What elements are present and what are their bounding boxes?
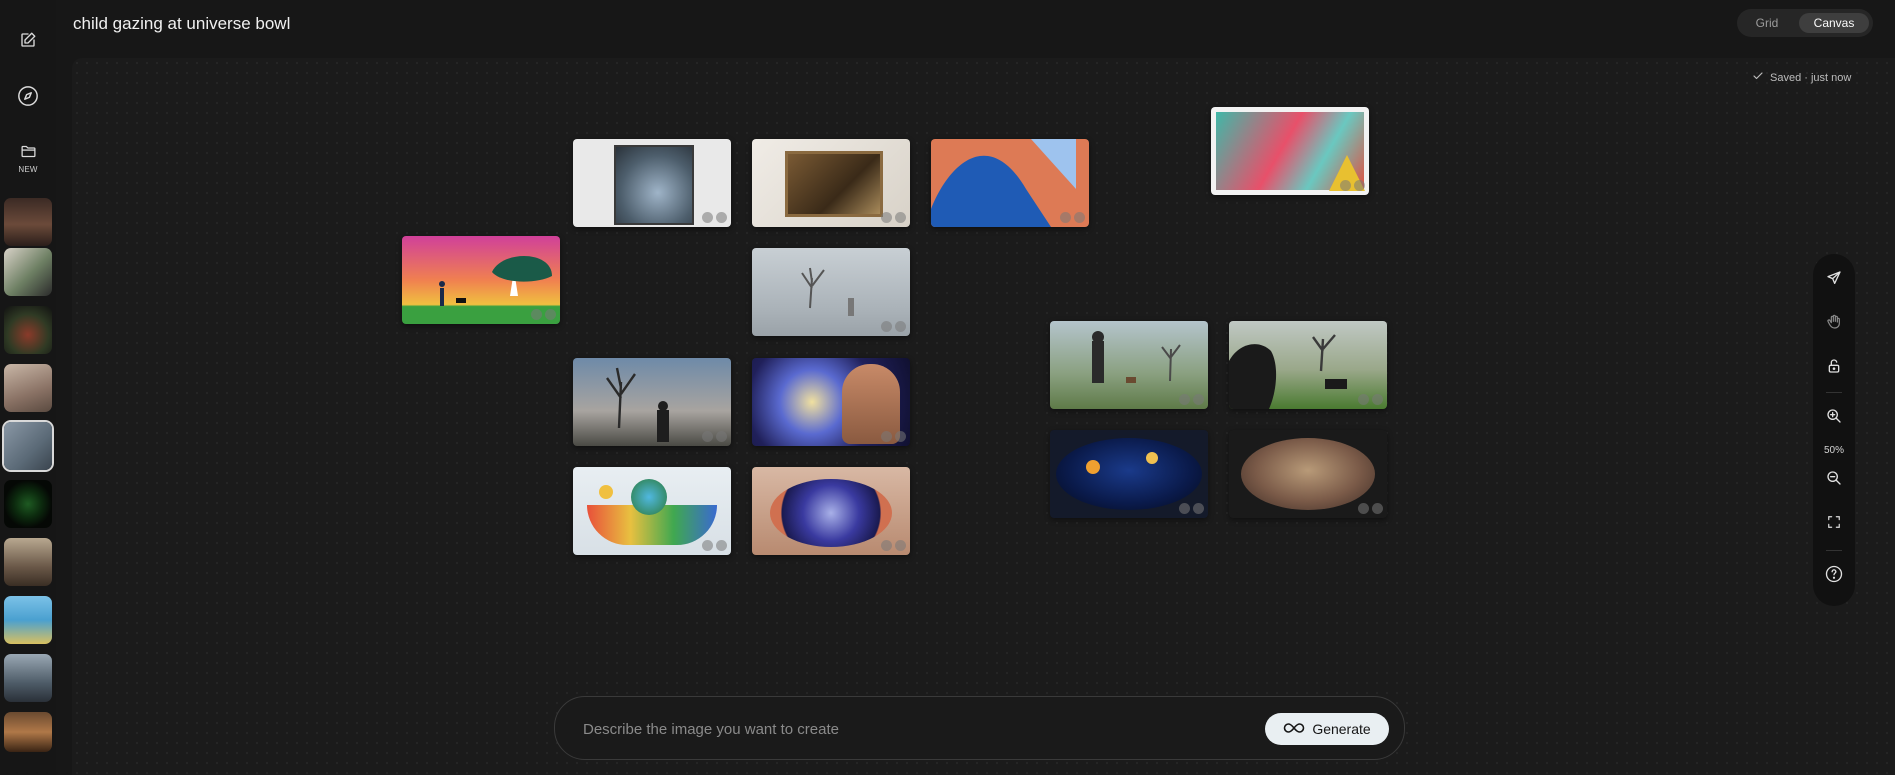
history-thumbnail[interactable] (4, 480, 52, 528)
canvas-image-card[interactable] (752, 139, 910, 227)
canvas-image-card[interactable] (752, 248, 910, 336)
canvas-image-card[interactable] (1229, 321, 1387, 409)
page-title: child gazing at universe bowl (73, 14, 291, 33)
canvas-image-card[interactable] (573, 467, 731, 555)
grid-view-tab[interactable]: Grid (1741, 13, 1793, 33)
pan-tool-button[interactable] (1822, 312, 1846, 336)
canvas-image-card[interactable] (931, 139, 1089, 227)
fullscreen-icon (1827, 515, 1841, 534)
lock-icon (1826, 358, 1842, 379)
save-status: Saved · just now (1752, 70, 1851, 85)
lock-button[interactable] (1822, 356, 1846, 380)
infinity-icon (1283, 721, 1305, 737)
prompt-bar: Generate (554, 696, 1405, 760)
new-image-button[interactable] (14, 28, 42, 56)
canvas-image-card[interactable] (402, 236, 560, 324)
explore-button[interactable] (14, 84, 42, 112)
folder-button[interactable] (14, 140, 42, 168)
generate-label: Generate (1312, 721, 1371, 737)
history-thumbnail[interactable] (4, 596, 52, 644)
check-icon (1752, 70, 1764, 85)
hand-icon (1826, 314, 1842, 335)
history-thumbnail[interactable] (4, 654, 52, 702)
select-tool-button[interactable] (1822, 268, 1846, 292)
prompt-input[interactable] (581, 715, 1285, 743)
history-thumbnail[interactable] (4, 248, 52, 296)
canvas-image-card[interactable] (573, 139, 731, 227)
generate-button[interactable]: Generate (1265, 713, 1389, 745)
zoom-out-button[interactable] (1822, 468, 1846, 492)
history-thumbnail-selected[interactable] (4, 422, 52, 470)
canvas-image-card[interactable] (1229, 430, 1387, 518)
zoom-in-button[interactable] (1822, 406, 1846, 430)
sidebar: NEW (0, 0, 56, 775)
view-toggle: Grid Canvas (1737, 9, 1873, 37)
send-arrow-icon (1826, 270, 1842, 291)
canvas-image-card[interactable] (752, 467, 910, 555)
canvas-toolbar: 50% (1813, 254, 1855, 606)
folder-icon (20, 143, 37, 165)
canvas-image-card[interactable] (1050, 430, 1208, 518)
canvas-image-card[interactable] (1211, 107, 1369, 195)
help-icon (1825, 565, 1843, 588)
history-thumbnail[interactable] (4, 364, 52, 412)
history-thumbnail[interactable] (4, 538, 52, 586)
edit-icon (19, 31, 37, 54)
compass-icon (17, 85, 39, 112)
history-thumbnail[interactable] (4, 306, 52, 354)
top-bar (56, 0, 1895, 50)
canvas-view-tab[interactable]: Canvas (1799, 13, 1869, 33)
fit-screen-button[interactable] (1822, 512, 1846, 536)
history-thumbnail[interactable] (4, 198, 52, 246)
zoom-level: 50% (1823, 445, 1844, 456)
zoom-out-icon (1826, 470, 1842, 491)
history-thumbnail[interactable] (4, 712, 52, 752)
canvas-image-card[interactable] (752, 358, 910, 446)
saved-text: Saved · just now (1770, 71, 1852, 84)
canvas-image-card[interactable] (573, 358, 731, 446)
zoom-in-icon (1826, 408, 1842, 429)
help-button[interactable] (1822, 564, 1846, 588)
new-label: NEW (18, 165, 38, 174)
canvas-image-card[interactable] (1050, 321, 1208, 409)
